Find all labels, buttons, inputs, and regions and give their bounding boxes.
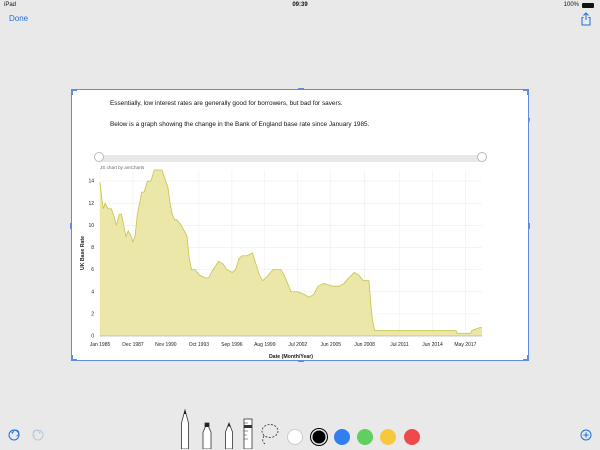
lasso-tool-icon[interactable]	[258, 422, 280, 446]
add-icon[interactable]	[580, 429, 592, 441]
undo-icon[interactable]	[8, 429, 20, 441]
x-tick-label: Oct 1993	[189, 342, 210, 348]
y-tick-label: 2	[91, 311, 94, 317]
color-swatch-white[interactable]	[287, 429, 303, 445]
color-swatch-blue[interactable]	[334, 429, 350, 445]
x-tick-label: Jul 2011	[390, 342, 409, 348]
x-tick-label: Nov 1990	[155, 342, 177, 348]
battery-indicator: 100%	[564, 2, 594, 8]
x-tick-label: Aug 1999	[254, 342, 276, 348]
y-tick-label: 10	[88, 223, 94, 229]
y-tick-label: 8	[91, 245, 94, 251]
y-tick-label: 14	[88, 179, 94, 185]
x-tick-label: Jun 2005	[320, 342, 341, 348]
x-tick-label: Jun 2008	[354, 342, 375, 348]
status-bar: iPad 09:39 100%	[0, 0, 600, 10]
battery-percent: 100%	[563, 2, 579, 8]
pencil-tool-icon[interactable]	[222, 422, 236, 449]
x-tick-label: Jun 2014	[422, 342, 443, 348]
document-page[interactable]: Essentially, low interest rates are gene…	[70, 88, 530, 362]
x-tick-label: Sep 1996	[221, 342, 243, 348]
y-axis-title: UK Base Rate	[80, 236, 86, 270]
color-swatch-red[interactable]	[404, 429, 420, 445]
share-icon[interactable]	[580, 12, 592, 26]
base-rate-chart: 0 2 4 6 8 10 12 14 Jan 1985 Dec 1987 Nov 1990 Oct 1…	[80, 169, 482, 360]
x-tick-label: May 2017	[454, 342, 476, 348]
color-swatch-black[interactable]	[311, 429, 327, 445]
y-tick-label: 12	[88, 201, 94, 207]
x-tick-label: Dec 1987	[122, 342, 144, 348]
done-button[interactable]: Done	[9, 14, 28, 23]
color-swatch-green[interactable]	[357, 429, 373, 445]
status-time: 09:39	[292, 2, 308, 8]
x-axis-title: Date (Month/Year)	[269, 354, 313, 360]
battery-icon	[582, 2, 594, 8]
color-swatch-yellow[interactable]	[380, 429, 396, 445]
rate-area	[100, 170, 482, 336]
y-tick-label: 4	[91, 289, 94, 295]
x-tick-label: Jan 1985	[90, 342, 111, 348]
pen-tool-icon[interactable]	[178, 409, 192, 449]
x-tick-label: Jul 2002	[288, 342, 307, 348]
y-tick-label: 0	[91, 334, 94, 340]
redo-icon[interactable]	[32, 429, 44, 441]
y-tick-label: 6	[91, 267, 94, 273]
ruler-tool-icon[interactable]	[242, 418, 254, 449]
marker-tool-icon[interactable]	[200, 422, 214, 449]
